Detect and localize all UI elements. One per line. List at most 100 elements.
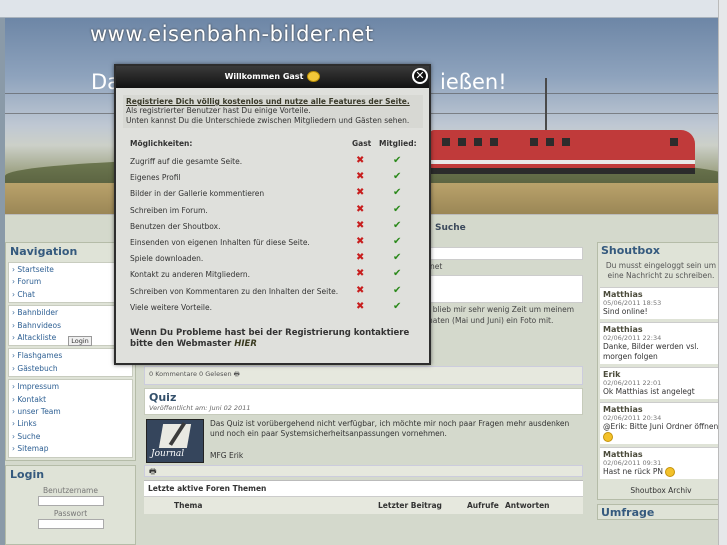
shoutbox: Shoutbox Du musst eingeloggt sein um ein… <box>597 242 725 500</box>
shout-message: Danke, Bilder werden vsl. morgen folgen <box>603 342 699 361</box>
check-icon: ✔ <box>393 252 402 264</box>
check-icon: ✔ <box>393 300 402 312</box>
check-icon: ✔ <box>393 203 402 215</box>
print-icon[interactable]: 🖶 <box>145 467 157 476</box>
print-row: 🖶 <box>144 465 583 477</box>
shout-post: Matthias 02/06/2011 09:31 Hast ne rück P… <box>600 447 722 479</box>
login-button[interactable]: Login <box>68 336 92 346</box>
cross-icon: ✖ <box>356 155 365 166</box>
check-icon: ✔ <box>393 268 402 280</box>
smiley-icon <box>603 432 613 442</box>
shoutbox-archive-link[interactable]: Shoutbox Archiv <box>598 482 724 499</box>
shout-user[interactable]: Matthias <box>603 325 719 334</box>
news-item-header: Quiz Veröffentlicht am: Juni 02 2011 <box>144 388 583 415</box>
feature-row: Eigenes Profil ✖ ✔ <box>128 170 420 186</box>
modal-intro: Registriere Dich völlig kostenlos und nu… <box>123 95 423 128</box>
check-icon: ✔ <box>393 284 402 296</box>
browser-toolbar <box>0 0 727 18</box>
feature-row: Viele weitere Vorteile. ✖ ✔ <box>128 300 420 316</box>
site-logo[interactable]: www.eisenbahn-bilder.net <box>90 22 374 46</box>
nav-link-kontakt[interactable]: Kontakt <box>9 394 132 406</box>
nav-link-links[interactable]: Links <box>9 418 132 430</box>
shoutbox-login-hint: Du musst eingeloggt sein um eine Nachric… <box>605 261 717 280</box>
modal-footer-text: Wenn Du Probleme hast bei der Registrier… <box>130 328 410 349</box>
shout-message: @Erik: Bitte Juni Ordner öffnen <box>603 422 719 431</box>
register-link[interactable]: Registriere Dich völlig kostenlos und nu… <box>126 97 420 106</box>
feature-label: Benutzen der Shoutbox. <box>130 221 221 231</box>
shout-user[interactable]: Matthias <box>603 405 719 414</box>
shout-post: Matthias 05/06/2011 18:53 Sind online! <box>600 287 722 319</box>
feature-row: Schreiben von Kommentaren zu den Inhalte… <box>128 284 420 300</box>
feature-label: Spiele downloaden. <box>130 254 204 264</box>
feature-label: Zugriff auf die gesamte Seite. <box>130 157 243 166</box>
feature-row: Spiele downloaden. ✖ ✔ <box>128 251 420 267</box>
forum-topics-header: Thema Letzter Beitrag Aufrufe Antworten <box>144 496 583 514</box>
comments-count[interactable]: 0 Kommentare 0 Gelesen <box>149 370 232 378</box>
cross-icon: ✖ <box>356 219 365 231</box>
login-box: Login Benutzername Passwort <box>5 464 136 545</box>
print-icon[interactable]: 🖶 <box>234 370 240 378</box>
cross-icon: ✖ <box>356 235 365 247</box>
guest-col-label: Gast <box>352 139 372 148</box>
password-input[interactable] <box>37 518 104 529</box>
feature-row: Schreiben im Forum. ✖ ✔ <box>128 203 420 219</box>
features-header: Möglichkeiten: Gast Mitglied: <box>128 136 420 154</box>
col-views: Aufrufe <box>467 501 499 510</box>
feature-label: Bilder in der Gallerie kommentieren <box>130 189 265 199</box>
features-col-label: Möglichkeiten: <box>130 139 193 148</box>
feature-label: Schreiben im Forum. <box>130 205 208 215</box>
shout-time: 02/06/2011 20:34 <box>603 414 662 422</box>
shout-post: Matthias 02/06/2011 22:34 Danke, Bilder … <box>600 322 722 364</box>
modal-title: Willkommen Gast <box>224 72 304 81</box>
cross-icon: ✖ <box>356 284 365 296</box>
intro-line: Als registrierter Benutzer hast Du einig… <box>126 106 311 115</box>
features-table: Möglichkeiten: Gast Mitglied: Zugriff au… <box>128 136 420 316</box>
col-thema: Thema <box>174 501 203 510</box>
feature-label: Schreiben von Kommentaren zu den Inhalte… <box>130 286 339 296</box>
forum-topics-title: Letzte aktive Foren Themen <box>144 480 583 496</box>
nav-link-impressum[interactable]: Impressum <box>9 381 132 393</box>
site-slogan-right: ießen! <box>440 70 507 94</box>
shout-message-text: Hast ne rück PN <box>603 467 664 476</box>
shout-time: 02/06/2011 09:31 <box>603 459 662 467</box>
poll-title: Umfrage <box>601 506 655 519</box>
comments-bar: 0 Kommentare 0 Gelesen 🖶 <box>144 366 583 385</box>
close-icon[interactable]: ✕ <box>412 68 428 84</box>
nav-search-link[interactable]: Suche <box>435 223 466 233</box>
shout-user[interactable]: Matthias <box>603 450 719 459</box>
password-label: Passwort <box>53 508 88 518</box>
feature-label: Eigenes Profil <box>130 173 181 183</box>
news-title[interactable]: Quiz <box>149 391 578 404</box>
col-replies: Antworten <box>505 501 550 510</box>
username-input[interactable] <box>37 495 104 506</box>
feature-row: Einsenden von eigenen Inhalten für diese… <box>128 235 420 251</box>
nav-link-suche[interactable]: Suche <box>9 431 132 443</box>
welcome-modal: Willkommen Gast ✕ Registriere Dich völli… <box>114 64 431 365</box>
cross-icon: ✖ <box>356 268 365 280</box>
journal-label: Journal <box>151 449 185 459</box>
shout-message: Hast ne rück PN <box>603 467 719 477</box>
nav-link-sitemap[interactable]: Sitemap <box>9 443 132 455</box>
webmaster-link[interactable]: HIER <box>234 339 257 349</box>
shout-time: 02/06/2011 22:34 <box>603 334 662 342</box>
cross-icon: ✖ <box>356 252 365 264</box>
feature-row: Kontakt zu anderen Mitgliedern. ✖ ✔ <box>128 267 420 283</box>
shoutbox-title: Shoutbox <box>601 244 660 257</box>
shout-user[interactable]: Matthias <box>603 290 719 299</box>
page-scrollbar[interactable] <box>718 0 727 545</box>
news-sig: MFG Erik <box>210 451 244 460</box>
feature-label: Kontakt zu anderen Mitgliedern. <box>130 270 251 280</box>
feature-row: Zugriff auf die gesamte Seite. ✖ ✔ <box>128 154 420 170</box>
nav-link-team[interactable]: unser Team <box>9 406 132 418</box>
cross-icon: ✖ <box>356 171 365 183</box>
news-body: Das Quiz ist vorübergehend nicht verfügb… <box>210 419 570 438</box>
shout-user[interactable]: Erik <box>603 370 719 379</box>
feature-label: Einsenden von eigenen Inhalten für diese… <box>130 237 310 247</box>
shout-post: Matthias 02/06/2011 20:34 @Erik: Bitte J… <box>600 402 722 444</box>
feature-row: Benutzen der Shoutbox. ✖ ✔ <box>128 219 420 235</box>
feature-row: Bilder in der Gallerie kommentieren ✖ ✔ <box>128 186 420 202</box>
check-icon: ✔ <box>393 155 402 166</box>
check-icon: ✔ <box>393 235 402 247</box>
shout-time: 02/06/2011 22:01 <box>603 379 662 387</box>
journal-image: Journal <box>146 419 204 463</box>
